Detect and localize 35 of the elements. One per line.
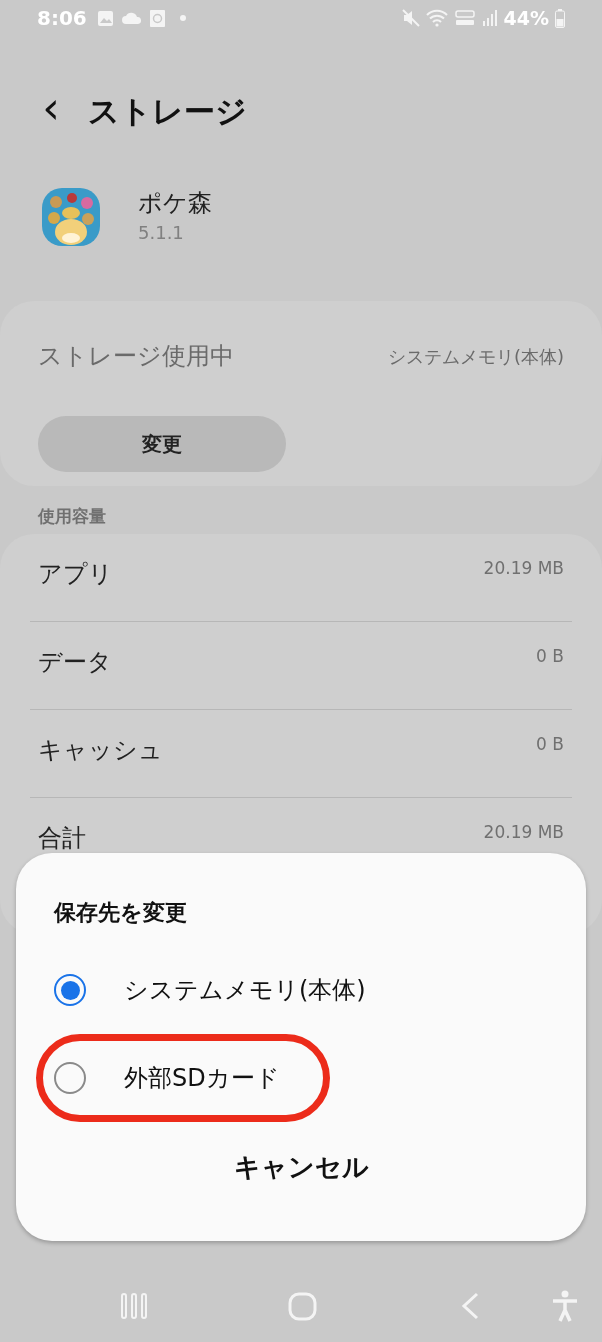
cancel-button[interactable]: キャンセル bbox=[221, 1142, 381, 1193]
dialog-title: 保存先を変更 bbox=[54, 899, 188, 926]
signal-icon bbox=[481, 9, 498, 27]
app-icon bbox=[42, 188, 100, 246]
option-label[interactable]: システムメモリ(本体) bbox=[124, 972, 366, 1008]
usage-label: 合計 bbox=[38, 823, 86, 854]
mute-icon bbox=[401, 9, 420, 27]
radio-button[interactable] bbox=[54, 1062, 86, 1094]
wifi-icon bbox=[425, 9, 448, 27]
recent-apps-icon[interactable] bbox=[120, 1292, 148, 1320]
usage-value: 20.19 MB bbox=[483, 821, 564, 844]
usage-value: 0 B bbox=[536, 645, 564, 668]
battery-icon bbox=[555, 8, 565, 28]
page-title: ストレージ bbox=[88, 91, 247, 131]
storage-value: システムメモリ(本体) bbox=[387, 344, 564, 369]
radio-button[interactable] bbox=[54, 974, 86, 1006]
usage-label: データ bbox=[38, 647, 112, 678]
home-icon[interactable] bbox=[288, 1292, 317, 1321]
section-heading: 使用容量 bbox=[37, 505, 107, 528]
storage-label: ストレージ使用中 bbox=[38, 341, 234, 372]
app-version: 5.1.1 bbox=[138, 221, 185, 245]
back-button[interactable]: ‹ bbox=[36, 86, 66, 136]
change-button[interactable]: 変更 bbox=[38, 416, 286, 472]
usage-value: 20.19 MB bbox=[483, 557, 564, 580]
usage-label: キャッシュ bbox=[38, 735, 163, 766]
usage-label: アプリ bbox=[38, 559, 113, 590]
option-label[interactable]: 外部SDカード bbox=[124, 1060, 280, 1096]
app-name: ポケ森 bbox=[138, 188, 212, 219]
dot-icon bbox=[178, 14, 187, 22]
cloud-icon bbox=[121, 12, 142, 24]
gallery-icon bbox=[96, 9, 114, 27]
back-icon[interactable] bbox=[460, 1292, 480, 1320]
app-notification-icon bbox=[149, 9, 165, 27]
usage-value: 0 B bbox=[536, 733, 564, 756]
accessibility-icon[interactable] bbox=[552, 1290, 578, 1322]
